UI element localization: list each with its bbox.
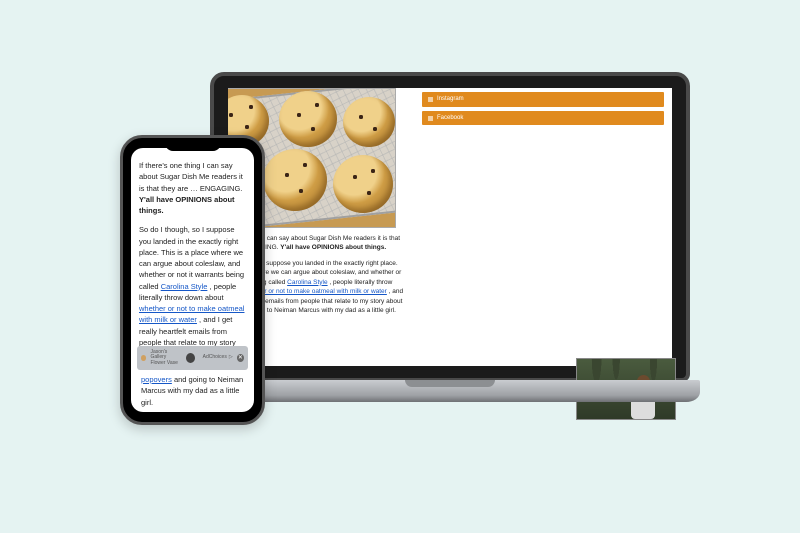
facebook-icon [428,116,433,121]
close-ad-icon[interactable]: ✕ [237,354,244,362]
adchoices-icon: ▷ [229,354,233,362]
body-paragraph-phone: So do I though, so I suppose you landed … [139,224,246,359]
sidebar-item-facebook[interactable]: Facebook [422,111,664,126]
phone-screen: If there's one thing I can say about Sug… [131,148,254,412]
speaker-icon[interactable] [186,353,195,363]
link-popovers[interactable]: popovers [141,375,172,384]
sidebar-item-instagram[interactable]: Instagram [422,92,664,107]
laptop-base [200,380,700,402]
link-carolina-style[interactable]: Carolina Style [161,282,208,291]
ad-logo-icon [141,355,146,361]
intro-emphasis: Y'all have OPINIONS about things. [280,244,386,251]
inline-ad[interactable]: Jason's Gallery Flower Vase AdChoices ▷ … [137,346,248,370]
sidebar: Instagram Facebook [414,88,672,366]
instagram-icon [428,97,433,102]
phone-mockup: If there's one thing I can say about Sug… [120,135,265,425]
phone-bezel: If there's one thing I can say about Sug… [120,135,265,425]
phone-notch [165,141,221,151]
sidebar-label: Facebook [437,114,463,123]
laptop-mockup: If there's one thing I can say about Sug… [200,72,700,452]
ad-provider[interactable]: AdChoices ▷ [203,354,233,362]
intro-paragraph-phone: If there's one thing I can say about Sug… [139,160,246,216]
sidebar-label: Instagram [437,95,464,104]
article-body-tail: popovers and going to Neiman Marcus with… [137,372,248,406]
link-carolina-style[interactable]: Carolina Style [287,279,327,286]
laptop-screen: If there's one thing I can say about Sug… [228,88,672,366]
laptop-bezel: If there's one thing I can say about Sug… [210,72,690,382]
ad-brand: Jason's Gallery Flower Vase [150,350,181,367]
